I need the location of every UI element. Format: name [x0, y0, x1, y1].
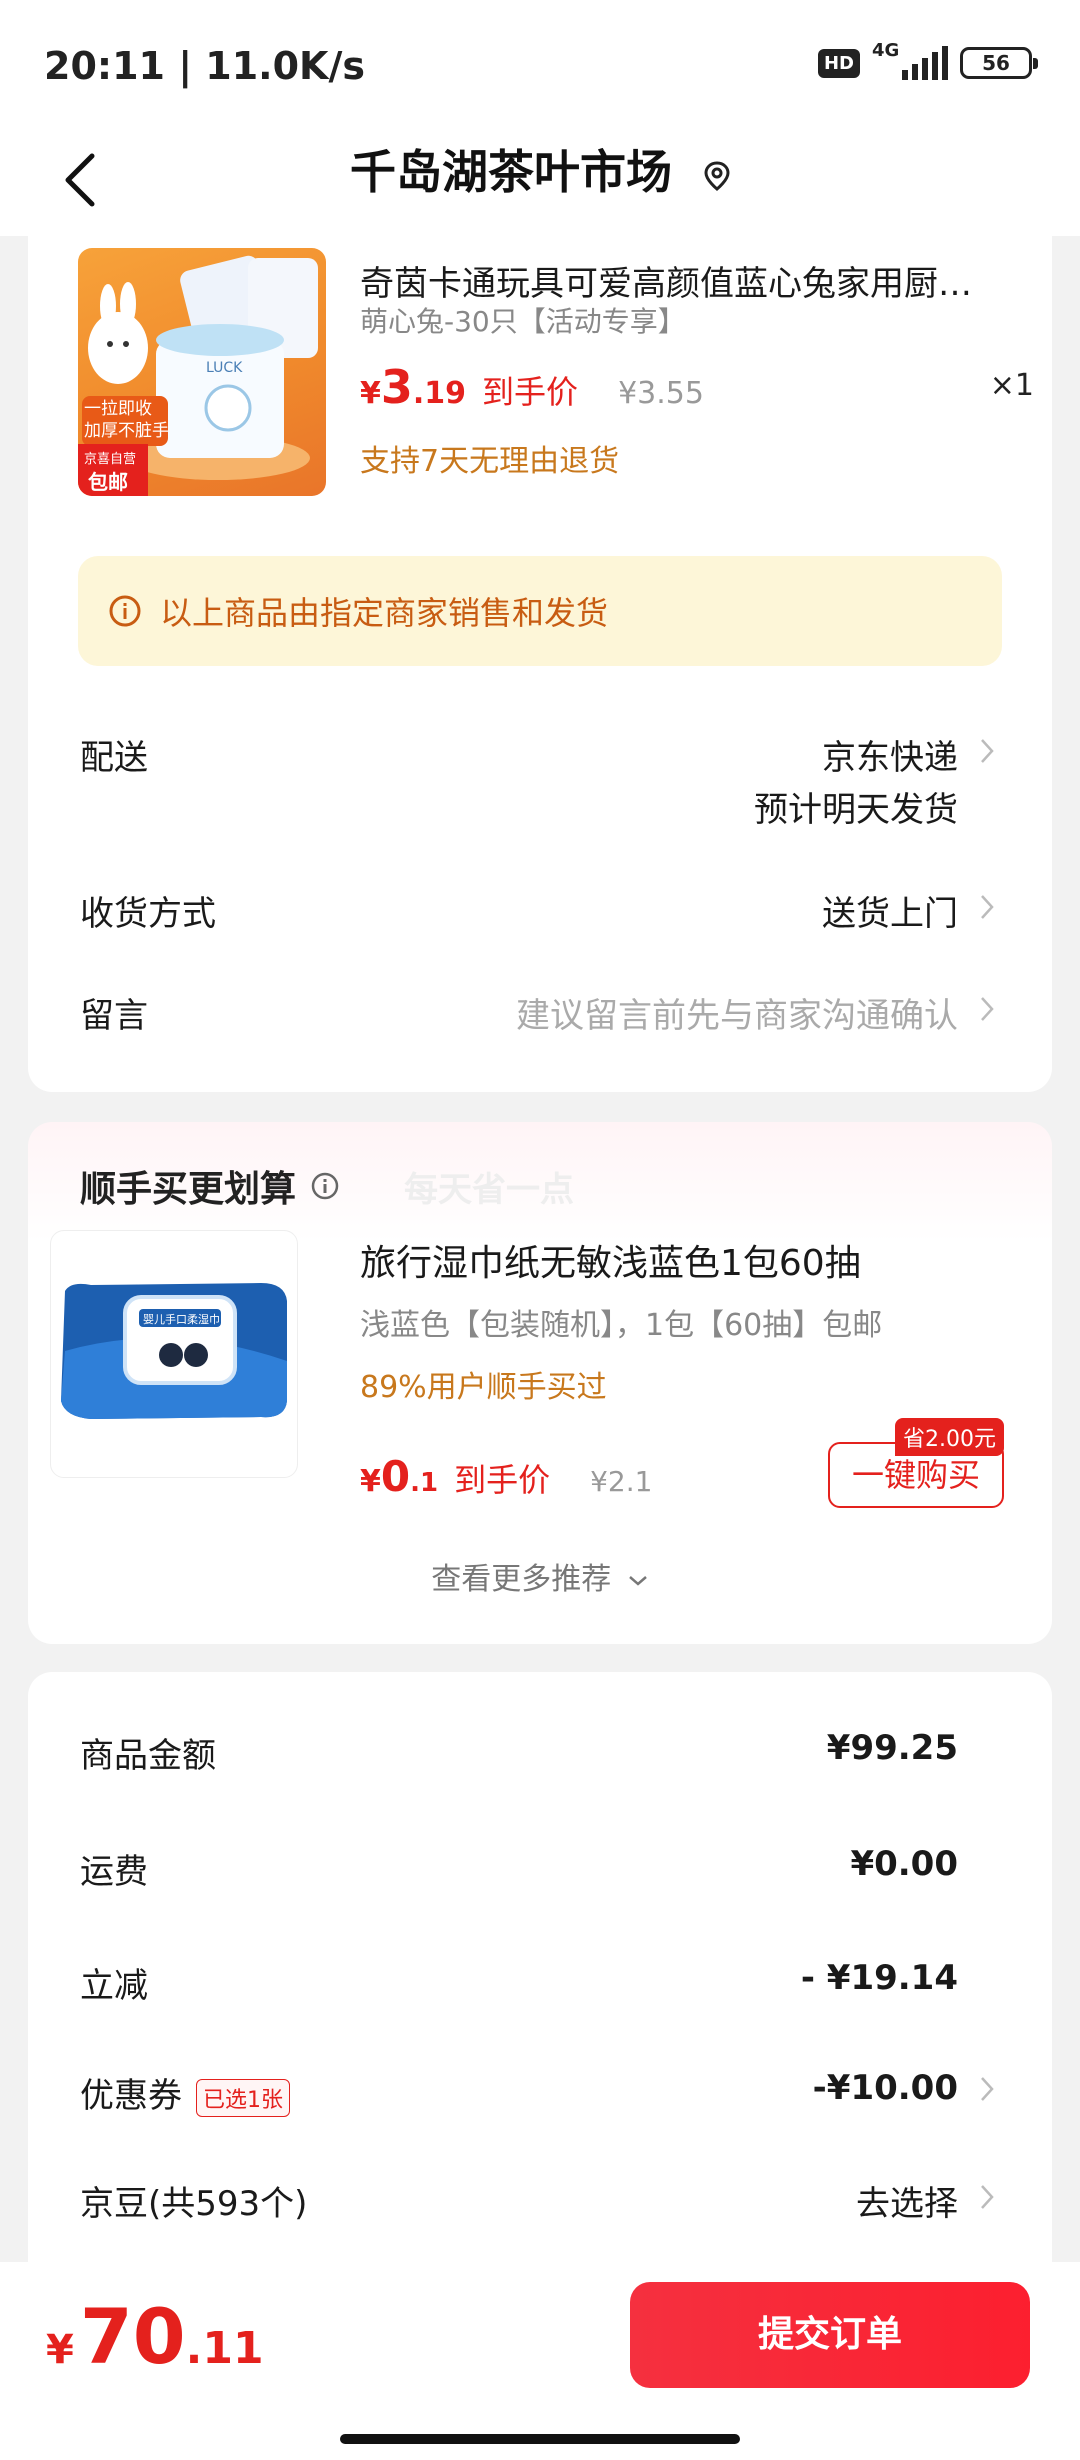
price-summary-card: 商品金额 ¥99.25 运费 ¥0.00 立减 - ¥19.14 优惠券 已选1张… [28, 1672, 1052, 2272]
signal-icon: 4G [872, 40, 948, 80]
image-brand-text: LUCK [206, 360, 243, 376]
chevron-right-icon[interactable] [978, 736, 996, 766]
recommend-product-title[interactable]: 旅行湿巾纸无敏浅蓝色1包60抽 [360, 1234, 861, 1286]
coupon-selected-badge: 已选1张 [196, 2078, 290, 2117]
discount-value: - ¥19.14 [800, 1958, 958, 1998]
jingdou-select[interactable]: 去选择 [856, 2176, 958, 2225]
seller-notice: 以上商品由指定商家销售和发货 [78, 556, 1002, 666]
image-banner-text: 一拉即收 加厚不脏手 [84, 399, 169, 441]
view-more-recommendations[interactable]: 查看更多推荐 [28, 1554, 1052, 1598]
freight-label: 运费 [80, 1852, 148, 1892]
delivery-value[interactable]: 京东快递 [822, 730, 958, 779]
chevron-right-icon[interactable] [978, 892, 996, 922]
jingdou-label: 京豆(共593个) [80, 2184, 308, 2224]
price-tag: 到手价 [454, 1461, 551, 1499]
recommendation-card: 顺手买更划算 每天省一点 婴儿手口柔湿巾 旅行湿巾纸无敏浅蓝色1包60抽 浅蓝色… [28, 1122, 1052, 1644]
price-symbol: ¥ [360, 376, 381, 411]
goods-amount-label: 商品金额 [80, 1736, 216, 1776]
receive-method-label: 收货方式 [80, 894, 216, 934]
image-product-text: 婴儿手口柔湿巾 [143, 1313, 220, 1326]
original-price: ¥2.1 [590, 1465, 653, 1498]
status-bar: 20:11 | 11.0K/s HD 4G 56 [0, 0, 1080, 130]
network-type: 4G [872, 40, 900, 61]
hd-icon: HD [817, 48, 860, 78]
info-icon [109, 595, 141, 627]
chevron-right-icon[interactable] [978, 2074, 996, 2104]
delivery-estimate: 预计明天发货 [754, 790, 958, 830]
save-badge: 省2.00元 [895, 1418, 1004, 1456]
page-title: 千岛湖茶叶市场 [0, 136, 1080, 202]
image-jd-text: 京喜自营 [84, 452, 137, 467]
total-symbol: ¥ [46, 2327, 74, 2373]
recommend-subtitle: 每天省一点 [404, 1170, 574, 1210]
product-image[interactable]: 一拉即收 加厚不脏手 京喜自营 包邮 LUCK [78, 248, 326, 496]
freight-value: ¥0.00 [850, 1844, 958, 1884]
delivery-label: 配送 [80, 738, 148, 778]
status-icons: HD 4G 56 [817, 40, 1038, 80]
view-more-label: 查看更多推荐 [431, 1562, 612, 1597]
total-price: ¥ 70 .11 [46, 2292, 264, 2381]
total-decimal: .11 [185, 2323, 264, 2374]
price-decimal: .1 [410, 1468, 439, 1498]
recommend-product-image[interactable]: 婴儿手口柔湿巾 [50, 1230, 298, 1478]
chevron-right-icon[interactable] [978, 2182, 996, 2212]
battery-icon: 56 [960, 47, 1038, 79]
location-pin-icon[interactable] [704, 160, 730, 191]
coupon-label-text: 优惠券 [80, 2076, 182, 2116]
price-integer: 3 [380, 360, 413, 414]
product-title[interactable]: 奇茵卡通玩具可爱高颜值蓝心兔家用厨房纸巾 [360, 256, 1000, 305]
product-price: ¥ 3 .19 到手价 ¥3.55 [360, 360, 704, 414]
recommend-title: 顺手买更划算 [80, 1160, 340, 1212]
goods-amount-value: ¥99.25 [826, 1728, 958, 1768]
chevron-right-icon[interactable] [978, 994, 996, 1024]
recommend-product-spec: 浅蓝色【包装随机】，1包【60抽】包邮 [360, 1308, 883, 1343]
info-icon[interactable] [310, 1171, 340, 1201]
order-items-card: 一拉即收 加厚不脏手 京喜自营 包邮 LUCK 奇茵卡通玩具可爱高颜值蓝心兔家用… [28, 236, 1052, 1092]
price-symbol: ¥ [360, 1464, 381, 1499]
status-time: 20:11 | 11.0K/s [44, 44, 365, 88]
price-integer: 0 [380, 1452, 411, 1501]
coupon-label: 优惠券 已选1张 [80, 2068, 290, 2117]
submit-order-button[interactable]: 提交订单 [630, 2282, 1030, 2388]
notice-text: 以上商品由指定商家销售和发货 [160, 594, 609, 632]
product-spec: 萌心兔-30只【活动专享】 [360, 305, 686, 338]
recommend-bought-rate: 89%用户顺手买过 [360, 1370, 607, 1405]
product-quantity: ×1 [989, 368, 1034, 403]
checkout-bar: ¥ 70 .11 提交订单 [0, 2262, 1080, 2460]
store-name: 千岛湖茶叶市场 [349, 145, 672, 199]
discount-label: 立减 [80, 1966, 148, 2006]
wet-wipes-image [61, 1283, 287, 1419]
recommend-product-price: ¥ 0 .1 到手价 ¥2.1 [360, 1452, 652, 1501]
chevron-down-icon [628, 1575, 647, 1586]
coupon-value[interactable]: -¥10.00 [813, 2068, 958, 2108]
message-input[interactable]: 建议留言前先与商家沟通确认 [516, 988, 958, 1037]
price-decimal: .19 [412, 376, 467, 411]
original-price: ¥3.55 [618, 376, 704, 411]
home-indicator[interactable] [340, 2434, 740, 2444]
total-integer: 70 [79, 2292, 186, 2381]
image-ship-text: 包邮 [88, 470, 128, 494]
nav-bar: 千岛湖茶叶市场 [0, 130, 1080, 236]
return-policy: 支持7天无理由退货 [360, 444, 620, 479]
receive-method-value[interactable]: 送货上门 [822, 886, 958, 935]
message-label: 留言 [80, 996, 148, 1036]
recommend-title-text: 顺手买更划算 [80, 1169, 297, 1210]
price-tag: 到手价 [482, 373, 579, 411]
